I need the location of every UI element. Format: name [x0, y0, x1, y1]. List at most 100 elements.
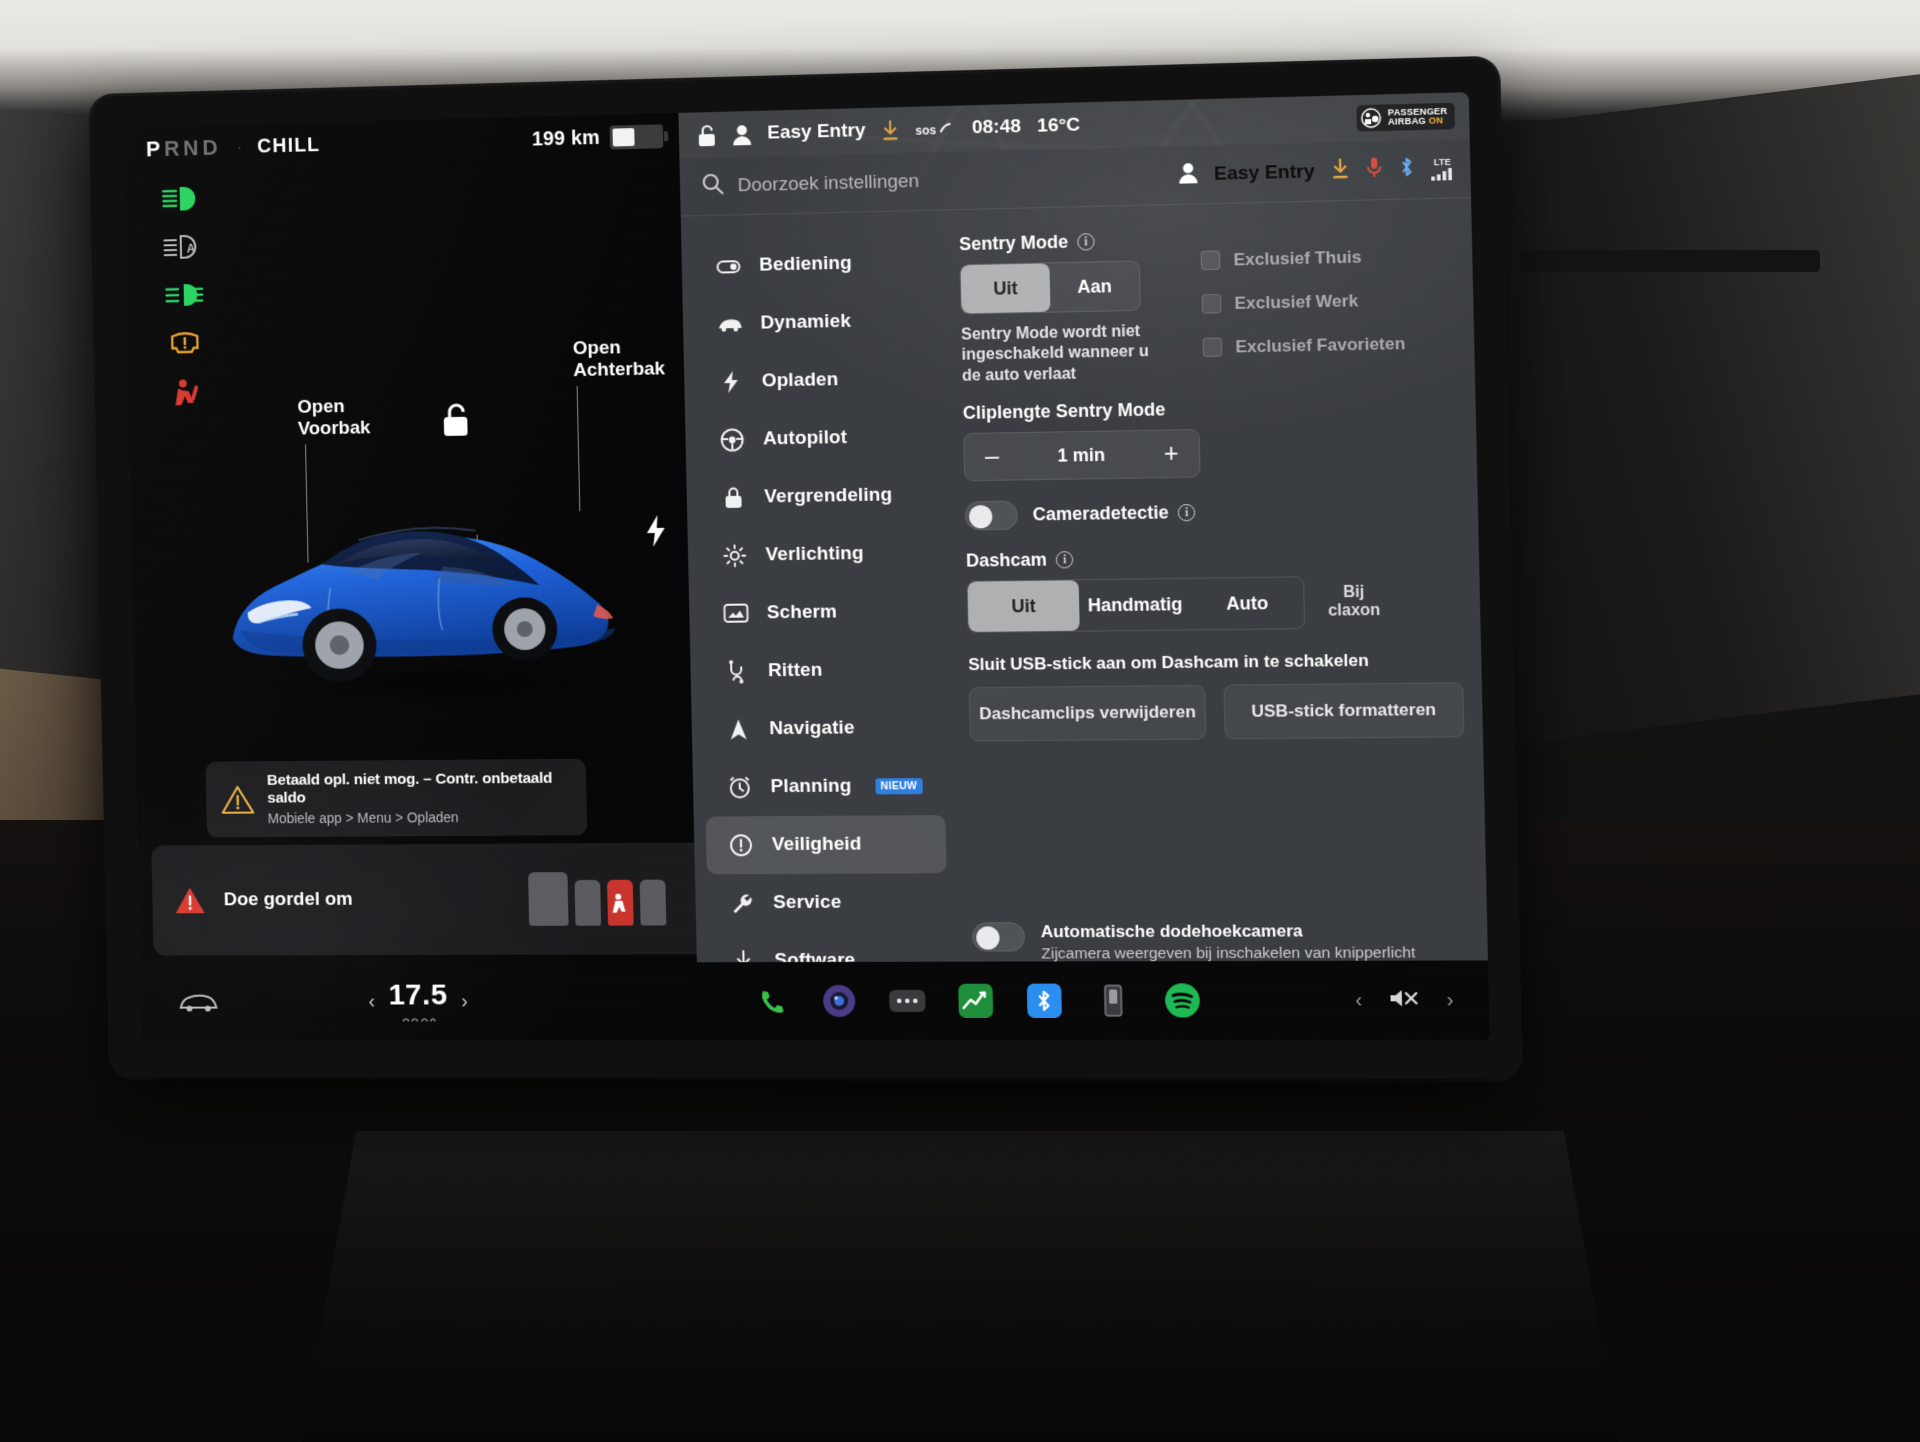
sidebar-item-bediening[interactable]: Bediening — [693, 233, 934, 296]
chevron-left-icon[interactable]: ‹ — [1355, 989, 1362, 1012]
download-icon[interactable] — [881, 120, 900, 142]
person-icon[interactable] — [732, 124, 751, 145]
energy-chart-icon[interactable] — [955, 981, 996, 1021]
battery-fill — [612, 128, 634, 146]
phone-icon[interactable] — [751, 981, 792, 1021]
seatbelt-alert-card[interactable]: Doe gordel om — [151, 843, 696, 956]
temp-increase-chevron[interactable]: › — [461, 990, 468, 1013]
checkbox[interactable] — [1202, 294, 1222, 314]
checkbox[interactable] — [1201, 250, 1221, 270]
sentry-mode-toggle-group[interactable]: Uit Aan — [960, 260, 1141, 314]
sentry-mode-label: Sentry Mode — [959, 232, 1069, 256]
person-icon-search[interactable] — [1178, 161, 1198, 188]
sentry-exclusion-row[interactable]: Exclusief Werk — [1201, 278, 1404, 326]
profile-name[interactable]: Easy Entry — [767, 120, 866, 145]
car-model-render[interactable] — [212, 477, 627, 710]
brightness-icon — [722, 544, 748, 568]
search-input[interactable]: Doorzoek instellingen — [737, 164, 1164, 196]
settings-menu[interactable]: BedieningDynamiekOpladenAutopilot Vergren… — [681, 210, 959, 962]
sidebar-item-veiligheid[interactable]: Veiligheid — [706, 815, 947, 874]
gear-indicator: PRND — [146, 135, 222, 162]
camera-detection-row[interactable]: Cameradetectie i — [965, 494, 1460, 531]
vehicle-visualization-pane: PRND · CHILL 199 km — [123, 113, 697, 964]
dashcam-controls[interactable]: Uit Handmatig Auto Bij claxon — [967, 575, 1462, 634]
charging-alert-card[interactable]: Betaald opl. niet mog. – Contr. onbetaal… — [205, 759, 587, 838]
cellular-signal: LTE — [1431, 157, 1454, 181]
spotify-icon[interactable] — [1162, 980, 1204, 1020]
dashcam-auto-button[interactable]: Auto — [1191, 578, 1305, 630]
delete-dashcam-clips-button[interactable]: Dashcamclips verwijderen — [969, 685, 1206, 742]
clip-length-increase-button[interactable]: + — [1163, 441, 1178, 467]
chevron-right-icon[interactable]: › — [1446, 989, 1453, 1012]
clip-length-decrease-button[interactable]: – — [985, 444, 1000, 469]
clip-length-value: 1 min — [1057, 445, 1105, 467]
sidebar-item-navigatie[interactable]: Navigatie — [703, 699, 944, 759]
sidebar-item-vergrendeling[interactable]: Vergrendeling — [698, 466, 939, 528]
sidebar-item-dynamiek[interactable]: Dynamiek — [694, 291, 935, 354]
search-profile-name[interactable]: Easy Entry — [1214, 161, 1315, 186]
clip-length-stepper[interactable]: – 1 min + — [963, 429, 1200, 481]
tesla-touchscreen[interactable]: PRND · CHILL 199 km — [123, 92, 1490, 1040]
climate-temperature-control[interactable]: ‹ 17.5 › — [368, 979, 468, 1025]
bluetooth-icon[interactable] — [1399, 156, 1415, 184]
passenger-airbag-indicator: PASSENGER AIRBAG ON — [1357, 103, 1455, 132]
checkbox[interactable] — [1203, 338, 1223, 358]
info-icon-sentry[interactable]: i — [1077, 233, 1095, 251]
temp-decrease-chevron[interactable]: ‹ — [368, 990, 375, 1013]
blind-spot-camera-row[interactable]: Automatische dodehoekcamera Zijcamera we… — [972, 910, 1480, 961]
dashcam-mode-group[interactable]: Uit Handmatig Auto — [967, 577, 1306, 634]
sos-icon[interactable]: sos — [915, 118, 956, 141]
unlocked-icon[interactable] — [439, 400, 473, 440]
sidebar-item-ritten[interactable]: Ritten — [702, 640, 943, 701]
unlocked-icon[interactable] — [697, 123, 717, 146]
sidebar-item-scherm[interactable]: Scherm — [701, 582, 942, 643]
usb-storage-icon[interactable] — [1093, 980, 1135, 1020]
sidebar-item-software[interactable]: Software — [708, 932, 949, 963]
sentry-mode-off-button[interactable]: Uit — [961, 263, 1051, 313]
seat-rear-bench — [528, 872, 569, 926]
dock-app-icons[interactable] — [717, 980, 1203, 1021]
car-icon[interactable] — [177, 989, 218, 1015]
volume-mute-icon[interactable] — [1389, 987, 1421, 1015]
microphone-icon[interactable] — [1366, 156, 1383, 184]
download-icon-search[interactable] — [1331, 158, 1350, 185]
sentry-mode-on-button[interactable]: Aan — [1049, 261, 1139, 311]
sidebar-item-label: Scherm — [767, 601, 838, 624]
sentry-exclusion-row[interactable]: Exclusief Thuis — [1200, 234, 1403, 282]
camera-detection-toggle[interactable] — [965, 501, 1018, 531]
dashcam-on-horn-label[interactable]: Bij claxon — [1304, 575, 1404, 629]
bluetooth-audio-icon[interactable] — [1024, 981, 1065, 1021]
seat-front-right-unbuckled — [607, 880, 634, 926]
format-usb-button[interactable]: USB-stick formatteren — [1223, 683, 1464, 740]
more-apps-icon[interactable] — [887, 981, 928, 1021]
info-icon-dashcam[interactable]: i — [1056, 552, 1074, 569]
usb-actions[interactable]: Dashcamclips verwijderen USB-stick forma… — [969, 683, 1465, 742]
sidebar-item-service[interactable]: Service — [707, 873, 948, 932]
sentry-exclusions[interactable]: Exclusief ThuisExclusief WerkExclusief F… — [1200, 224, 1406, 383]
sidebar-item-label: Vergrendeling — [764, 484, 892, 508]
sidebar-item-badge: NIEUW — [875, 778, 922, 794]
battery-indicator[interactable] — [609, 124, 663, 149]
sentry-exclusion-row[interactable]: Exclusief Favorieten — [1202, 322, 1406, 370]
callout-front-trunk[interactable]: Open Voorbak — [297, 396, 370, 442]
callout-rear-trunk[interactable]: Open Achterbak — [573, 337, 666, 383]
sidebar-item-autopilot[interactable]: Autopilot — [697, 407, 938, 469]
clip-length-label: Cliplengte Sentry Mode — [963, 400, 1166, 425]
warning-triangle-icon — [220, 783, 255, 817]
alert-subtitle: Mobiele app > Menu > Opladen — [268, 808, 573, 826]
sidebar-item-verlichting[interactable]: Verlichting — [699, 524, 940, 585]
dashcam-manual-button[interactable]: Handmatig — [1079, 579, 1192, 631]
info-icon-camera-detection[interactable]: i — [1178, 504, 1196, 521]
defrost-icons[interactable] — [400, 1012, 437, 1024]
clock-icon — [727, 775, 753, 799]
sidebar-item-opladen[interactable]: Opladen — [696, 349, 937, 411]
seatbelt-person-icon — [610, 892, 630, 914]
callout-front-line2: Voorbak — [298, 418, 371, 441]
svg-text:sos: sos — [915, 123, 936, 138]
dashcam-off-button[interactable]: Uit — [968, 581, 1080, 633]
search-icon[interactable] — [702, 173, 724, 200]
camera-icon[interactable] — [819, 981, 860, 1021]
outside-temperature: 16°C — [1037, 114, 1080, 137]
blind-spot-camera-toggle[interactable] — [972, 922, 1025, 951]
sidebar-item-planning[interactable]: PlanningNIEUW — [704, 757, 945, 817]
